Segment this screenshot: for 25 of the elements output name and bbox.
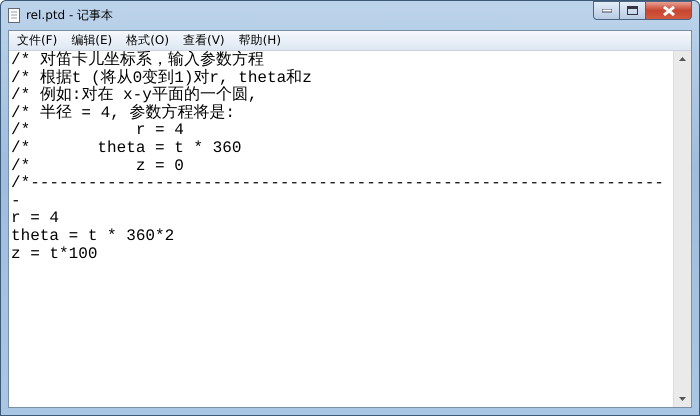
text-line: r = 4 — [11, 210, 60, 228]
close-button[interactable] — [646, 1, 692, 20]
notepad-icon — [8, 8, 20, 23]
text-line: theta = t * 360*2 — [11, 228, 176, 246]
menu-item[interactable]: 格式(O) — [120, 32, 176, 49]
text-line: z = t*100 — [11, 246, 98, 264]
close-icon — [662, 6, 674, 16]
menu-item[interactable]: 文件(F) — [11, 32, 64, 49]
window-title: rel.ptd - 记事本 — [26, 7, 114, 24]
text-line: /* 半径 = 4, 参数方程将是: — [11, 104, 236, 122]
menu-item[interactable]: 编辑(E) — [65, 32, 118, 49]
maximize-button[interactable] — [620, 1, 646, 20]
text-line: /*------------------------------------------------------------------ — [11, 175, 665, 193]
menu-item[interactable]: 帮助(H) — [232, 32, 287, 49]
text-line: /* r = 4 — [11, 122, 185, 140]
text-line: /* z = 0 — [11, 158, 185, 175]
vertical-scrollbar[interactable] — [673, 51, 691, 407]
minimize-button[interactable] — [593, 1, 620, 20]
text-line: /* 根据t (将从0变到1)对r, theta和z — [11, 70, 313, 87]
text-line: /* theta = t * 360 — [11, 140, 242, 158]
menu-item[interactable]: 查看(V) — [177, 32, 231, 49]
maximize-icon — [627, 6, 638, 15]
minimize-icon — [602, 8, 612, 12]
text-line: /* 例如:对在 x-y平面的一个圆, — [11, 87, 258, 104]
text-line: - — [11, 192, 22, 210]
